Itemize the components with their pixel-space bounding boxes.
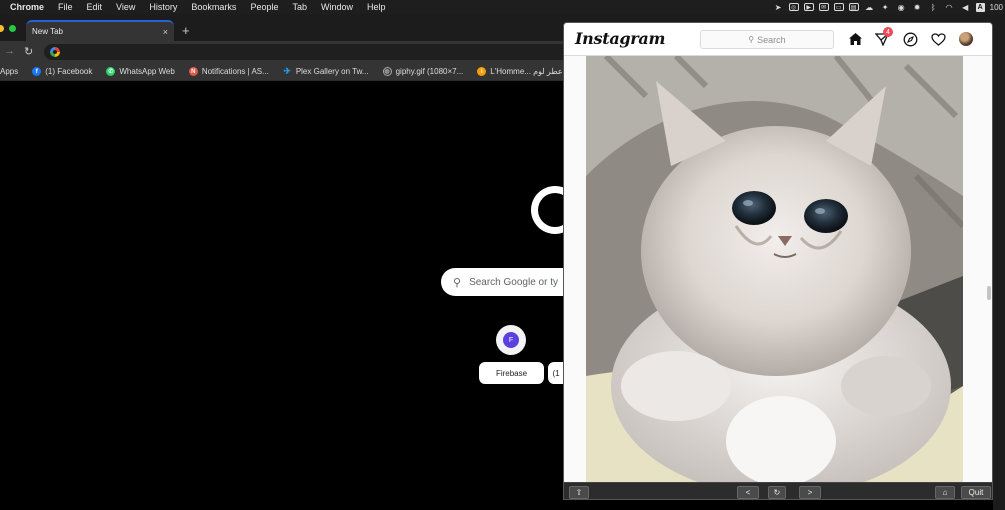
reload-icon[interactable]: ↻ <box>24 45 33 58</box>
bookmark-label: giphy.gif (1080×7... <box>395 67 464 76</box>
instagram-logo[interactable]: Instagram <box>575 29 665 48</box>
bookmark-lhomme[interactable]: i L'Homme... عطر لوم <box>477 67 563 76</box>
screen-icon[interactable]: ▭ <box>833 3 844 11</box>
kitten-photo <box>586 56 963 482</box>
bookmark-label: Plex Gallery on Tw... <box>295 67 369 76</box>
new-tab-button[interactable]: + <box>182 24 190 37</box>
activity-heart-icon[interactable] <box>930 31 946 47</box>
facebook-icon: f <box>32 67 42 76</box>
macos-menubar: Chrome File Edit View History Bookmarks … <box>0 0 1005 14</box>
direct-messages-icon[interactable]: 4 <box>874 27 893 47</box>
tab-new-tab[interactable]: New Tab × <box>26 20 174 41</box>
settings-icon[interactable]: ✹ <box>912 3 923 12</box>
instagram-search-input[interactable]: ⚲ Search <box>700 30 834 49</box>
profile-avatar-icon[interactable] <box>959 32 973 46</box>
search-icon: ⚲ <box>453 276 462 289</box>
forward-arrow-icon[interactable]: → <box>4 45 15 57</box>
tab-title: New Tab <box>32 27 63 36</box>
menu-history[interactable]: History <box>142 2 184 12</box>
info-icon: i <box>477 67 487 76</box>
youtube-icon[interactable]: ▶ <box>803 3 814 11</box>
search-icon: ⚲ <box>748 35 755 44</box>
menubar-status-area: ➤ ◎ ▶ ✉ ▭ ▤ ☁ ✦ ◉ ✹ ᛒ ◠ ◀ A 100 <box>773 0 1005 14</box>
display-icon[interactable]: ▤ <box>848 3 859 11</box>
messages-icon[interactable]: ✉ <box>818 3 829 11</box>
forward-button[interactable]: > <box>799 486 821 499</box>
back-button[interactable]: < <box>737 486 759 499</box>
bookmark-label: Notifications | AS... <box>201 67 269 76</box>
menu-edit[interactable]: Edit <box>80 2 110 12</box>
quit-button[interactable]: Quit <box>961 486 991 499</box>
location-arrow-icon[interactable]: ➤ <box>773 3 784 12</box>
dropbox-icon[interactable]: ✦ <box>880 3 891 12</box>
ntp-search-placeholder: Search Google or ty <box>469 276 558 288</box>
feed-scrollbar[interactable] <box>987 286 991 300</box>
menu-people[interactable]: People <box>243 2 285 12</box>
input-source-indicator[interactable]: A <box>975 2 985 12</box>
minimize-window-button[interactable] <box>0 25 4 32</box>
share-button[interactable]: ⇧ <box>569 486 589 499</box>
chrome-right-edge <box>993 14 1005 510</box>
menu-window[interactable]: Window <box>314 2 360 12</box>
bookmark-notifications[interactable]: N Notifications | AS... <box>188 67 269 76</box>
shortcut-firebase[interactable]: Firebase <box>479 362 544 384</box>
menu-tab[interactable]: Tab <box>285 2 314 12</box>
instagram-app-icon[interactable]: ◎ <box>788 3 799 11</box>
cloud-icon[interactable]: ☁ <box>864 3 875 12</box>
shortcut-facebook[interactable]: (1 <box>548 362 564 384</box>
bookmark-facebook[interactable]: f (1) Facebook <box>32 67 92 76</box>
instagram-panel: Instagram ⚲ Search 4 ⇧ < ↻ > ⌂ Quit <box>563 22 993 500</box>
dm-badge: 4 <box>883 27 893 37</box>
zoom-window-button[interactable] <box>9 25 16 32</box>
explore-compass-icon[interactable] <box>902 31 918 47</box>
menu-app-chrome[interactable]: Chrome <box>0 2 51 12</box>
whatsapp-icon: ✆ <box>106 67 116 76</box>
home-icon[interactable] <box>847 31 863 47</box>
twitter-icon: ✈ <box>283 66 292 76</box>
bookmark-label: Apps <box>0 67 19 76</box>
instagram-feed <box>564 56 992 482</box>
post-image-kitten[interactable] <box>586 56 963 482</box>
menubar-clock[interactable]: 100 <box>990 3 1003 12</box>
tab-close-icon[interactable]: × <box>163 27 168 37</box>
bookmark-whatsapp[interactable]: ✆ WhatsApp Web <box>106 67 175 76</box>
instagram-search-placeholder: Search <box>757 34 786 45</box>
bookmark-label: (1) Facebook <box>45 67 93 76</box>
wifi-icon[interactable]: ◠ <box>944 3 955 12</box>
menu-bookmarks[interactable]: Bookmarks <box>184 2 243 12</box>
home-button[interactable]: ⌂ <box>935 486 955 499</box>
menu-file[interactable]: File <box>51 2 80 12</box>
bookmark-plex-gallery[interactable]: ✈ Plex Gallery on Tw... <box>283 66 369 76</box>
google-icon <box>50 47 60 57</box>
bookmark-label: WhatsApp Web <box>119 67 175 76</box>
menu-help[interactable]: Help <box>360 2 393 12</box>
reload-button[interactable]: ↻ <box>768 486 786 499</box>
firebase-icon: F <box>503 332 519 348</box>
instagram-header: Instagram ⚲ Search 4 <box>564 23 992 56</box>
volume-icon[interactable]: ◀ <box>960 3 971 12</box>
shortcut-label: Firebase <box>495 368 528 378</box>
globe-icon: ◍ <box>382 67 392 76</box>
menu-view[interactable]: View <box>109 2 142 12</box>
bookmark-giphy[interactable]: ◍ giphy.gif (1080×7... <box>382 67 464 76</box>
shortcut-firebase-icon[interactable]: F <box>496 325 526 355</box>
notifications-icon: N <box>188 67 198 76</box>
address-bar[interactable] <box>44 44 604 60</box>
bluetooth-icon[interactable]: ᛒ <box>928 3 939 12</box>
shortcut-label: (1 <box>552 368 560 378</box>
panel-footer-toolbar: ⇧ < ↻ > ⌂ Quit <box>564 482 992 499</box>
bookmark-apps[interactable]: Apps <box>0 67 18 76</box>
bookmark-label: L'Homme... عطر لوم <box>490 67 563 76</box>
creative-cloud-icon[interactable]: ◉ <box>896 3 907 12</box>
